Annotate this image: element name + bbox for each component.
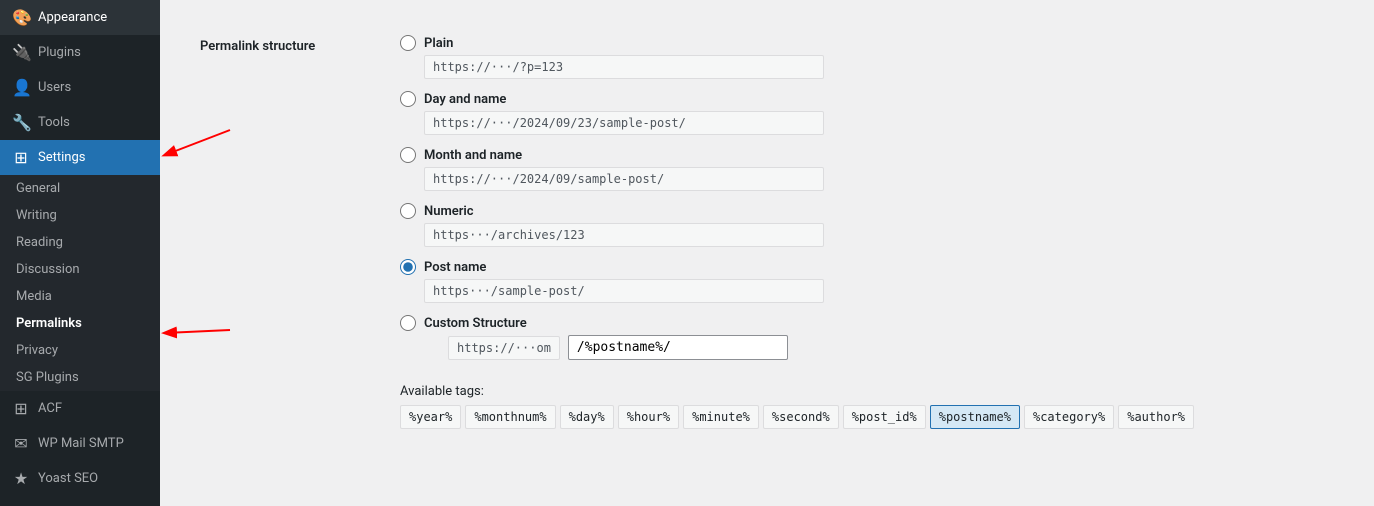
form-label: Permalink structure xyxy=(200,35,400,54)
radio-day-name[interactable] xyxy=(400,91,416,107)
option-plain: Plain https://···/?p=123 xyxy=(400,35,1334,79)
sidebar-sub-label: Writing xyxy=(16,208,57,223)
sidebar-sub-label: General xyxy=(16,181,60,196)
option-day-name: Day and name https://···/2024/09/23/samp… xyxy=(400,91,1334,135)
option-day-name-label: Day and name xyxy=(424,92,506,107)
option-post-name-label: Post name xyxy=(424,260,486,275)
sidebar-sub-label: Reading xyxy=(16,235,63,250)
tag-minute[interactable]: %minute% xyxy=(683,405,759,429)
sidebar-item-label: Appearance xyxy=(38,10,107,25)
tag-year[interactable]: %year% xyxy=(400,405,461,429)
option-month-name: Month and name https://···/2024/09/sampl… xyxy=(400,147,1334,191)
sidebar-sub-label: Permalinks xyxy=(16,316,82,331)
sidebar-item-label: Yoast SEO xyxy=(38,471,98,486)
tag-author[interactable]: %author% xyxy=(1118,405,1194,429)
mail-icon: ✉ xyxy=(12,434,30,453)
option-numeric-label: Numeric xyxy=(424,204,474,219)
sidebar-item-privacy[interactable]: Privacy xyxy=(0,337,160,364)
sidebar: 🎨 Appearance 🔌 Plugins 👤 Users 🔧 Tools ⊞… xyxy=(0,0,160,506)
tag-monthnum[interactable]: %monthnum% xyxy=(465,405,555,429)
custom-prefix: https://···om xyxy=(448,336,560,360)
sidebar-item-users[interactable]: 👤 Users xyxy=(0,70,160,105)
sidebar-sub-label: SG Plugins xyxy=(16,370,79,385)
tag-hour[interactable]: %hour% xyxy=(618,405,679,429)
radio-month-name-label[interactable]: Month and name xyxy=(400,147,1334,163)
radio-custom-label[interactable]: Custom Structure xyxy=(400,315,1334,331)
option-month-name-label: Month and name xyxy=(424,148,522,163)
radio-custom[interactable] xyxy=(400,315,416,331)
option-custom: Custom Structure https://···om xyxy=(400,315,1334,360)
tag-second[interactable]: %second% xyxy=(763,405,839,429)
sidebar-item-tools[interactable]: 🔧 Tools xyxy=(0,105,160,140)
sidebar-sub-menu: General Writing Reading Discussion Media… xyxy=(0,175,160,391)
option-plain-example: https://···/?p=123 xyxy=(424,55,824,79)
custom-structure-input[interactable] xyxy=(568,335,788,360)
option-numeric: Numeric https···/archives/123 xyxy=(400,203,1334,247)
main-content: Permalink structure Plain https://···/?p… xyxy=(160,0,1374,506)
tag-day[interactable]: %day% xyxy=(560,405,614,429)
permalink-structure-row: Permalink structure Plain https://···/?p… xyxy=(190,20,1344,445)
sidebar-item-appearance[interactable]: 🎨 Appearance xyxy=(0,0,160,35)
available-tags-section: Available tags: %year% %monthnum% %day% … xyxy=(400,384,1334,429)
option-custom-label: Custom Structure xyxy=(424,316,527,331)
custom-structure-row: https://···om xyxy=(424,335,1334,360)
sidebar-item-yoast-seo[interactable]: ★ Yoast SEO xyxy=(0,461,160,496)
sidebar-item-permalinks[interactable]: Permalinks xyxy=(0,310,160,337)
sidebar-item-discussion[interactable]: Discussion xyxy=(0,256,160,283)
sidebar-item-label: WP Mail SMTP xyxy=(38,436,124,451)
acf-icon: ⊞ xyxy=(12,399,30,418)
sidebar-item-label: Users xyxy=(38,80,71,95)
sidebar-item-sg-plugins[interactable]: SG Plugins xyxy=(0,364,160,391)
available-tags-label: Available tags: xyxy=(400,384,1334,399)
sidebar-item-label: Tools xyxy=(38,115,70,130)
option-plain-label: Plain xyxy=(424,36,453,51)
radio-numeric-label[interactable]: Numeric xyxy=(400,203,1334,219)
radio-post-name-label[interactable]: Post name xyxy=(400,259,1334,275)
appearance-icon: 🎨 xyxy=(12,8,30,27)
sidebar-item-label: Settings xyxy=(38,150,85,165)
yoast-icon: ★ xyxy=(12,469,30,488)
option-post-name-example: https···/sample-post/ xyxy=(424,279,824,303)
radio-plain[interactable] xyxy=(400,35,416,51)
sidebar-sub-label: Privacy xyxy=(16,343,58,358)
sidebar-item-label: Plugins xyxy=(38,45,81,60)
sidebar-item-media[interactable]: Media xyxy=(0,283,160,310)
radio-post-name[interactable] xyxy=(400,259,416,275)
option-numeric-example: https···/archives/123 xyxy=(424,223,824,247)
sidebar-item-plugins[interactable]: 🔌 Plugins xyxy=(0,35,160,70)
radio-day-name-label[interactable]: Day and name xyxy=(400,91,1334,107)
option-month-name-example: https://···/2024/09/sample-post/ xyxy=(424,167,824,191)
sidebar-item-general[interactable]: General xyxy=(0,175,160,202)
option-day-name-example: https://···/2024/09/23/sample-post/ xyxy=(424,111,824,135)
sidebar-item-wp-mail-smtp[interactable]: ✉ WP Mail SMTP xyxy=(0,426,160,461)
tag-post-id[interactable]: %post_id% xyxy=(843,405,926,429)
sidebar-item-settings[interactable]: ⊞ Settings xyxy=(0,140,160,175)
permalink-options: Plain https://···/?p=123 Day and name ht… xyxy=(400,35,1334,429)
plugins-icon: 🔌 xyxy=(12,43,30,62)
users-icon: 👤 xyxy=(12,78,30,97)
settings-icon: ⊞ xyxy=(12,148,30,167)
sidebar-item-reading[interactable]: Reading xyxy=(0,229,160,256)
radio-month-name[interactable] xyxy=(400,147,416,163)
tags-list: %year% %monthnum% %day% %hour% %minute% … xyxy=(400,405,1334,429)
sidebar-sub-label: Media xyxy=(16,289,52,304)
tag-category[interactable]: %category% xyxy=(1024,405,1114,429)
sidebar-item-acf[interactable]: ⊞ ACF xyxy=(0,391,160,426)
sidebar-item-writing[interactable]: Writing xyxy=(0,202,160,229)
tag-postname[interactable]: %postname% xyxy=(930,405,1020,429)
radio-plain-label[interactable]: Plain xyxy=(400,35,1334,51)
option-post-name: Post name https···/sample-post/ xyxy=(400,259,1334,303)
sidebar-item-label: ACF xyxy=(38,401,62,416)
sidebar-sub-label: Discussion xyxy=(16,262,80,277)
tools-icon: 🔧 xyxy=(12,113,30,132)
radio-numeric[interactable] xyxy=(400,203,416,219)
